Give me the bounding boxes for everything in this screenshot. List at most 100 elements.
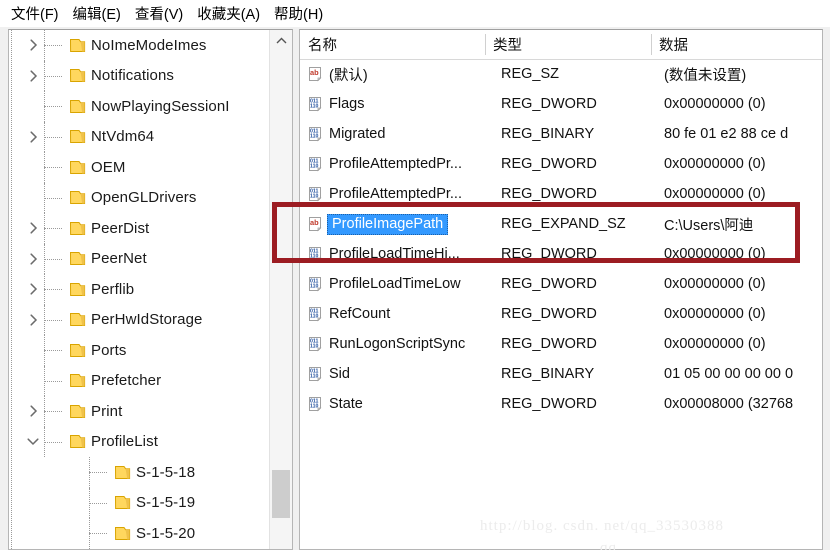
value-name-cell[interactable]: 011 110 ProfileAttemptedPr... [308,179,462,209]
tree-item[interactable]: PerHwIdStorage [9,304,271,335]
chevron-right-icon[interactable] [26,38,40,52]
menu-view[interactable]: 查看(V) [130,1,192,27]
value-row[interactable]: 011 110 Flags REG_DWORD 0x00000000 (0) [300,89,822,119]
tree-item[interactable]: S-1-5-18 [9,457,271,488]
value-data: 0x00000000 (0) [664,156,766,172]
value-name-cell[interactable]: 011 110 RefCount [308,299,390,329]
column-data[interactable]: 数据 [659,30,688,59]
tree-item[interactable]: PeerDist [9,213,271,244]
tree-item[interactable]: Notifications [9,60,271,91]
value-row[interactable]: 011 110 Migrated REG_BINARY 80 fe 01 e2 88 c… [300,119,822,149]
folder-icon [69,68,86,83]
tree-item[interactable]: ProfileList [9,426,271,457]
value-row[interactable]: 011 110 RefCount REG_DWORD 0x00000000 (0) [300,299,822,329]
value-type: REG_DWORD [501,396,597,412]
binary-value-icon: 011 110 [308,336,324,352]
column-divider[interactable] [485,34,486,55]
value-type: REG_BINARY [501,366,595,382]
tree-item[interactable]: S-1-5-21-335644 [9,548,271,549]
folder-icon [114,526,131,541]
chevron-down-icon[interactable] [26,435,40,449]
value-row[interactable]: 011 110 State REG_DWORD 0x00008000 (32768 [300,389,822,419]
tree-item-label: NowPlayingSessionI [91,97,230,115]
chevron-right-icon[interactable] [26,404,40,418]
chevron-right-icon[interactable] [26,221,40,235]
value-data: C:\Users\阿迪 [664,217,754,234]
value-name-cell[interactable]: 011 110 ProfileAttemptedPr... [308,149,462,179]
tree-item[interactable]: NowPlayingSessionI [9,91,271,122]
tree-item[interactable]: NtVdm64 [9,121,271,152]
menu-edit[interactable]: 编辑(E) [68,1,130,27]
value-type: REG_EXPAND_SZ [501,216,626,232]
menu-favorites[interactable]: 收藏夹(A) [192,1,269,27]
value-row[interactable]: 011 110 ProfileLoadTimeHi... REG_DWORD 0x000… [300,239,822,269]
folder-icon [69,129,86,144]
tree-connector-line [44,106,62,108]
value-row[interactable]: 011 110 RunLogonScriptSync REG_DWORD 0x00000… [300,329,822,359]
binary-value-icon: 011 110 [308,366,324,382]
chevron-right-icon[interactable] [26,282,40,296]
column-name[interactable]: 名称 [308,30,337,59]
svg-text:110: 110 [310,314,318,320]
value-name-cell[interactable]: 011 110 ProfileLoadTimeHi... [308,239,460,269]
svg-text:110: 110 [310,404,318,410]
tree-item-label: NoImeModeImes [91,36,207,54]
value-name-cell[interactable]: 011 110 Flags [308,89,364,119]
tree-item[interactable]: Prefetcher [9,365,271,396]
tree-item-label: ProfileList [91,433,158,451]
tree-item-label: S-1-5-18 [136,463,196,481]
tree-list[interactable]: NoImeModeImes Notifications NowPlayingSess… [9,30,271,549]
string-value-icon: ab [308,216,324,232]
value-name-cell[interactable]: 011 110 Migrated [308,119,385,149]
tree-item[interactable]: PeerNet [9,243,271,274]
value-name: (默认) [329,67,368,84]
value-name-cell[interactable]: 011 110 RunLogonScriptSync [308,329,465,359]
tree-item[interactable]: OpenGLDrivers [9,182,271,213]
value-row[interactable]: 011 110 ProfileAttemptedPr... REG_DWORD 0x00… [300,149,822,179]
values-list[interactable]: ab (默认) REG_SZ (数值未设置) 011 110 Flags REG_DWORD 0… [300,59,822,549]
svg-text:110: 110 [310,284,318,290]
value-type: REG_DWORD [501,336,597,352]
chevron-right-icon[interactable] [26,69,40,83]
values-column-header[interactable]: 名称 类型 数据 [300,30,822,60]
tree-vertical-scrollbar[interactable] [269,30,292,549]
menu-help[interactable]: 帮助(H) [269,1,332,27]
tree-item-label: OEM [91,158,126,176]
tree-item[interactable]: Ports [9,335,271,366]
svg-text:110: 110 [310,374,318,380]
tree-item[interactable]: Print [9,396,271,427]
column-type[interactable]: 类型 [493,30,522,59]
svg-text:ab: ab [310,218,319,227]
value-name-cell[interactable]: 011 110 State [308,389,363,419]
value-row[interactable]: 011 110 Sid REG_BINARY 01 05 00 00 00 00 0 [300,359,822,389]
menu-file[interactable]: 文件(F) [6,1,68,27]
chevron-right-icon[interactable] [26,313,40,327]
tree-item[interactable]: NoImeModeImes [9,30,271,61]
tree-connector-line [44,197,62,199]
value-data: 0x00000000 (0) [664,336,766,352]
folder-icon [69,160,86,175]
value-data: 0x00000000 (0) [664,276,766,292]
column-divider[interactable] [651,34,652,55]
svg-text:110: 110 [310,254,318,260]
folder-icon [69,251,86,266]
folder-icon [69,190,86,205]
tree-item[interactable]: OEM [9,152,271,183]
chevron-right-icon[interactable] [26,130,40,144]
value-type: REG_DWORD [501,156,597,172]
scrollbar-thumb[interactable] [272,470,290,518]
value-row[interactable]: ab (默认) REG_SZ (数值未设置) [300,59,822,89]
value-row[interactable]: ab ProfileImagePath REG_EXPAND_SZ C:\Users\… [300,209,822,239]
tree-item[interactable]: S-1-5-20 [9,518,271,549]
value-name: ProfileLoadTimeLow [329,276,461,292]
tree-item[interactable]: S-1-5-19 [9,487,271,518]
value-row[interactable]: 011 110 ProfileAttemptedPr... REG_DWORD 0x00… [300,179,822,209]
scroll-up-arrow[interactable] [270,30,292,50]
value-row[interactable]: 011 110 ProfileLoadTimeLow REG_DWORD 0x00000… [300,269,822,299]
tree-item[interactable]: Perflib [9,274,271,305]
chevron-right-icon[interactable] [26,252,40,266]
value-name-cell[interactable]: ab ProfileImagePath [308,209,449,239]
value-name-cell[interactable]: 011 110 ProfileLoadTimeLow [308,269,461,299]
value-name-cell[interactable]: ab (默认) [308,59,368,89]
value-name-cell[interactable]: 011 110 Sid [308,359,350,389]
